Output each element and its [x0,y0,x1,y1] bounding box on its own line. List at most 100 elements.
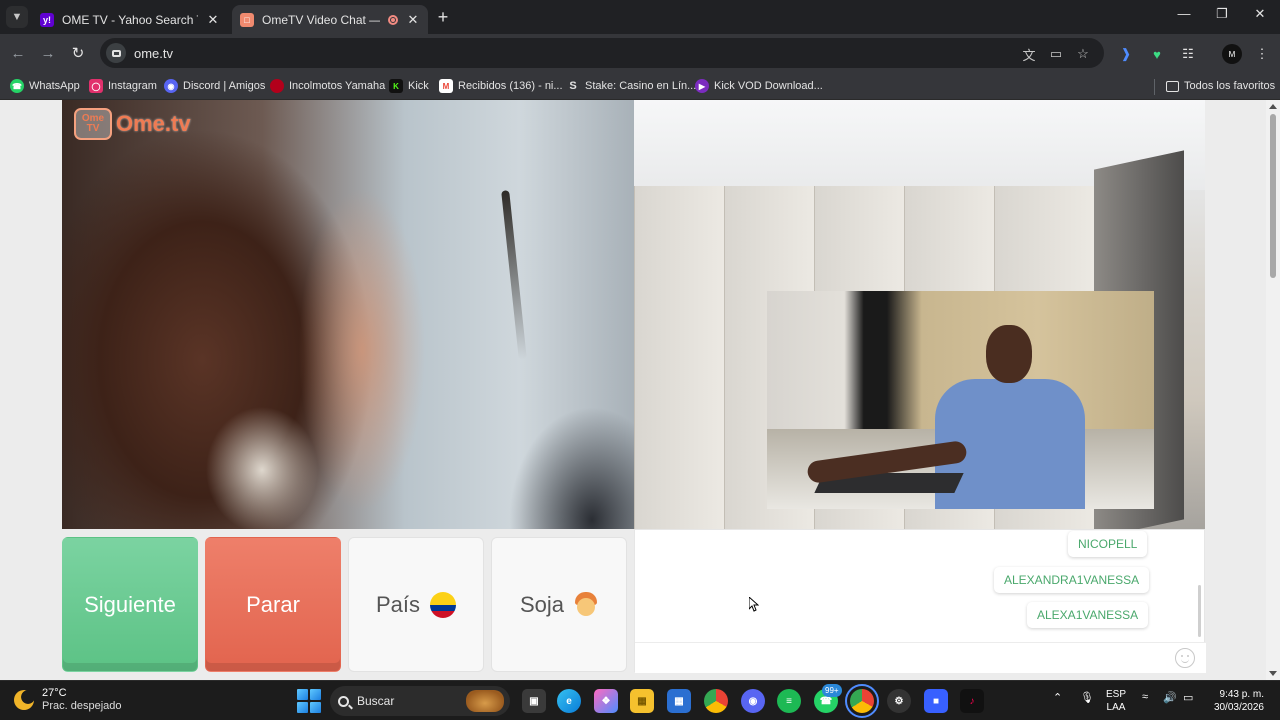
kick-icon: K [389,79,403,93]
input-language-indicator[interactable]: ESP LAA [1106,688,1126,714]
url-text: ome.tv [134,45,174,61]
tab-ometv[interactable]: □ OmeTV Video Chat — Alter ✕ [232,5,428,34]
windows-taskbar: 27°C Prac. despejado Buscar ▣ e ❖ ▦ ▦ ◉ … [0,680,1280,720]
vpn-extension-icon[interactable]: ♥ [1148,45,1166,63]
yahoo-favicon-icon: y! [40,12,54,27]
bookmark-kick-vod[interactable]: ▶ Kick VOD Download... [695,77,823,95]
discord-taskbar-icon[interactable]: ◉ [741,689,765,713]
discord-icon: ◉ [164,79,178,93]
tab-yahoo-search[interactable]: y! OME TV - Yahoo Search Tus re ✕ [32,5,228,34]
show-hidden-icons-chevron-icon[interactable]: ⌃ [1053,691,1062,704]
menu-kebab-icon[interactable]: ⋮ [1253,45,1271,63]
back-icon[interactable]: ← [8,43,28,63]
notification-badge: 99+ [822,684,842,697]
edge-icon[interactable]: e [557,689,581,713]
bookmark-kick[interactable]: K Kick [389,77,429,95]
install-app-icon[interactable]: ▭ [1047,45,1065,63]
wifi-icon[interactable]: ≈ [1142,691,1148,703]
bookmark-instagram[interactable]: ◯ Instagram [89,77,157,95]
whatsapp-icon: ☎ [10,79,24,93]
chat-scrollbar[interactable] [1198,585,1201,637]
tab-title: OME TV - Yahoo Search Tus re [62,12,198,27]
bookmarks-separator [1154,79,1155,95]
chat-panel: NICOPELL ALEXANDRA1VANESSA ALEXA1VANESSA [634,529,1206,673]
site-info-icon[interactable] [106,43,126,63]
close-window-icon[interactable]: ✕ [1250,6,1270,22]
chat-message: NICOPELL [1068,531,1148,557]
recording-icon [388,14,398,25]
taskbar-search[interactable]: Buscar [330,686,510,716]
volume-icon[interactable]: 🔊 [1163,691,1177,704]
page-scrollbar[interactable] [1266,100,1280,680]
boy-emoji-icon [574,591,598,618]
instagram-icon: ◯ [89,79,103,93]
clock-time: 9:43 p. m. [1219,689,1264,700]
extensions-puzzle-icon[interactable]: ☷ [1179,45,1197,63]
tiktok-icon[interactable]: ♪ [960,689,984,713]
steam-icon[interactable]: ⚙ [887,689,911,713]
system-clock[interactable]: 9:43 p. m. 30/03/2026 [1206,688,1264,714]
copilot-icon[interactable]: ❖ [594,689,618,713]
forward-icon[interactable]: → [38,43,58,63]
tab-search-button[interactable]: ▼ [6,6,28,28]
extension-icon[interactable]: ❱ [1117,45,1135,63]
tab-strip: ▼ y! OME TV - Yahoo Search Tus re ✕ □ Om… [0,0,1280,34]
bookmark-gmail[interactable]: M Recibidos (136) - ni... [439,77,563,95]
country-button-label: País [375,591,421,617]
gender-button-label: Soja [519,591,565,617]
gender-button[interactable]: Soja [491,537,627,672]
close-tab-icon[interactable]: ✕ [406,12,420,28]
all-bookmarks-folder[interactable]: Todos los favoritos [1166,77,1275,95]
maximize-icon[interactable]: ❐ [1212,6,1232,22]
remote-video: Ome TV Ome.tv [62,100,634,529]
task-view-icon[interactable]: ▣ [522,689,546,713]
stop-button[interactable]: Parar [205,537,341,672]
bookmark-discord[interactable]: ◉ Discord | Amigos [164,77,265,95]
remote-video-object [501,190,527,360]
chrome-active-icon[interactable] [845,684,879,718]
bookmark-star-icon[interactable]: ☆ [1074,45,1092,63]
next-button[interactable]: Siguiente [62,537,198,672]
reload-icon[interactable]: ↻ [68,43,88,63]
bookmark-stake[interactable]: S Stake: Casino en Lín... [566,77,696,95]
chat-message-input[interactable] [635,643,1206,673]
clock-date: 30/03/2026 [1213,702,1264,713]
next-button-label: Siguiente [84,591,176,617]
scroll-up-arrow-icon[interactable] [1269,104,1277,109]
yamaha-icon [270,79,284,93]
emoji-smiley-icon[interactable] [1175,648,1195,668]
colombia-flag-icon [430,591,457,618]
minimize-icon[interactable]: — [1174,6,1194,21]
weather-condition: Prac. despejado [42,700,122,712]
scrollbar-thumb[interactable] [1270,114,1276,278]
country-button[interactable]: País [348,537,484,672]
bookmark-whatsapp[interactable]: ☎ WhatsApp [10,77,80,95]
microphone-icon[interactable]: 🎙 [1080,691,1094,704]
translate-icon[interactable]: 文 [1020,45,1038,63]
chat-message: ALEXANDRA1VANESSA [994,567,1150,593]
address-bar[interactable]: ome.tv 文 ▭ ☆ [100,38,1104,68]
spotify-icon[interactable]: ≡ [777,689,801,713]
ometv-logo: Ome TV Ome.tv [74,108,191,140]
close-tab-icon[interactable]: ✕ [206,12,220,28]
browser-toolbar: ← → ↻ ome.tv 文 ▭ ☆ ❱ ♥ ☷ M ⋮ [0,34,1280,72]
battery-icon[interactable]: ▭ [1183,691,1193,704]
wardrobe-panel [634,186,724,529]
weather-widget[interactable]: 27°C Prac. despejado [14,687,122,713]
chrome-icon[interactable] [704,689,728,713]
new-tab-button[interactable]: + [432,6,454,28]
search-highlight-icon [466,690,504,712]
file-explorer-icon[interactable]: ▦ [630,689,654,713]
picture-in-picture-video [767,291,1154,509]
pip-person-head [986,325,1032,383]
microsoft-store-icon[interactable]: ▦ [667,689,691,713]
windows-start-icon[interactable] [297,689,321,713]
profile-avatar[interactable]: M [1222,44,1242,64]
logo-badge: Ome TV [74,108,112,140]
kick-vod-icon: ▶ [695,79,709,93]
stop-button-label: Parar [246,591,300,617]
search-label: Buscar [357,694,395,708]
scroll-down-arrow-icon[interactable] [1269,671,1277,676]
roblox-icon[interactable]: ■ [924,689,948,713]
bookmark-incolmotos[interactable]: Incolmotos Yamaha [270,77,385,95]
